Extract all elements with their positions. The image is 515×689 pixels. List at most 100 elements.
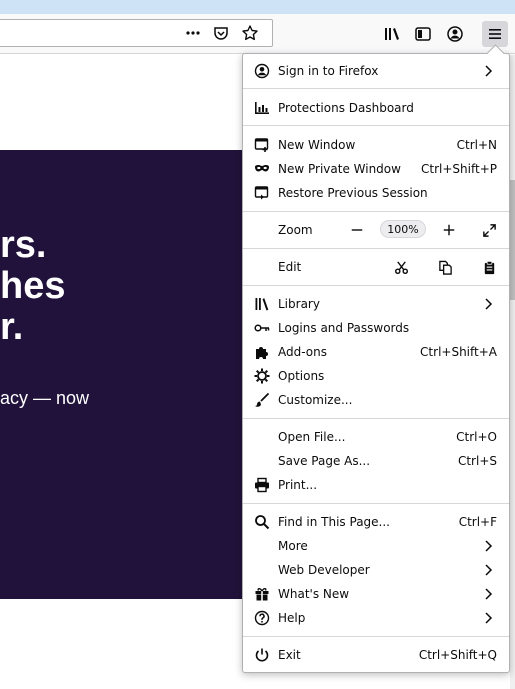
zoom-out-button[interactable] bbox=[347, 220, 367, 240]
menu-item-label: Open File... bbox=[278, 430, 346, 444]
zoom-reset-button[interactable]: 100% bbox=[380, 220, 426, 238]
menu-item-open-file[interactable]: Open File... Ctrl+O bbox=[243, 426, 509, 448]
sidebar-icon[interactable] bbox=[412, 23, 434, 45]
menu-item-label: Web Developer bbox=[278, 563, 370, 577]
chevron-right-icon bbox=[485, 564, 493, 576]
scissors-icon bbox=[394, 260, 408, 274]
menu-item-more[interactable]: More bbox=[243, 535, 509, 557]
minus-icon bbox=[351, 229, 363, 231]
library-icon bbox=[254, 296, 270, 312]
private-mask-icon bbox=[254, 161, 270, 177]
chevron-right-icon bbox=[485, 612, 493, 624]
account-icon[interactable] bbox=[444, 23, 466, 45]
menu-item-edit: Edit bbox=[243, 256, 509, 278]
page-scrollbar[interactable] bbox=[510, 55, 515, 689]
restore-session-icon bbox=[254, 185, 270, 201]
search-icon bbox=[254, 514, 270, 530]
library-icon[interactable] bbox=[381, 23, 403, 45]
menu-item-add-ons[interactable]: Add-ons Ctrl+Shift+A bbox=[243, 341, 509, 363]
menu-separator bbox=[243, 503, 509, 504]
menu-separator bbox=[243, 248, 509, 249]
menu-item-label: Customize... bbox=[278, 393, 353, 407]
menu-item-print[interactable]: Print... bbox=[243, 474, 509, 496]
menu-item-label: Protections Dashboard bbox=[278, 101, 414, 115]
menu-item-label: Edit bbox=[278, 260, 302, 274]
app-menu-panel: Sign in to Firefox Protections Dashboard… bbox=[242, 53, 510, 673]
menu-separator bbox=[243, 636, 509, 637]
clipboard-icon bbox=[484, 260, 494, 274]
new-window-icon bbox=[254, 137, 270, 153]
protections-dashboard-icon bbox=[254, 100, 270, 116]
menu-item-help[interactable]: Help bbox=[243, 607, 509, 629]
menu-separator bbox=[243, 211, 509, 212]
shortcut-label: Ctrl+Shift+Q bbox=[418, 648, 497, 662]
menu-item-save-page[interactable]: Save Page As... Ctrl+S bbox=[243, 450, 509, 472]
menu-item-restore-session[interactable]: Restore Previous Session bbox=[243, 182, 509, 204]
copy-icon bbox=[438, 260, 452, 275]
menu-item-label: Restore Previous Session bbox=[278, 186, 428, 200]
url-bar[interactable] bbox=[0, 19, 273, 47]
window-titlebar-strip bbox=[0, 0, 515, 14]
menu-item-customize[interactable]: Customize... bbox=[243, 389, 509, 411]
shortcut-label: Ctrl+O bbox=[456, 430, 497, 444]
hero-headline-line-3: r. bbox=[0, 306, 24, 348]
shortcut-label: Ctrl+S bbox=[457, 454, 497, 468]
gift-icon bbox=[254, 586, 270, 602]
menu-item-logins-passwords[interactable]: Logins and Passwords bbox=[243, 317, 509, 339]
pocket-icon[interactable] bbox=[210, 22, 232, 44]
printer-icon bbox=[254, 477, 270, 493]
menu-item-label: Sign in to Firefox bbox=[278, 64, 379, 78]
hero-subtext: acy — now bbox=[0, 388, 90, 408]
hero-headline-line-2: hes bbox=[0, 265, 66, 307]
shortcut-label: Ctrl+Shift+A bbox=[420, 345, 497, 359]
menu-item-find-in-page[interactable]: Find in This Page... Ctrl+F bbox=[243, 511, 509, 533]
gear-icon bbox=[254, 368, 270, 384]
puzzle-piece-icon bbox=[254, 344, 270, 360]
menu-item-exit[interactable]: Exit Ctrl+Shift+Q bbox=[243, 644, 509, 666]
menu-item-label: New Window bbox=[278, 138, 356, 152]
shortcut-label: Ctrl+N bbox=[456, 138, 497, 152]
more-icon[interactable] bbox=[182, 22, 204, 44]
menu-item-options[interactable]: Options bbox=[243, 365, 509, 387]
menu-item-label: Help bbox=[278, 611, 306, 625]
menu-item-label: More bbox=[278, 539, 308, 553]
menu-separator bbox=[243, 285, 509, 286]
chevron-right-icon bbox=[485, 588, 493, 600]
cut-button[interactable] bbox=[391, 257, 411, 277]
menu-item-label: Save Page As... bbox=[278, 454, 371, 468]
chevron-right-icon bbox=[485, 298, 493, 310]
menu-item-label: Exit bbox=[278, 648, 301, 662]
menu-item-label: New Private Window bbox=[278, 162, 401, 176]
menu-item-sign-in[interactable]: Sign in to Firefox bbox=[243, 60, 509, 82]
menu-separator bbox=[243, 88, 509, 89]
menu-item-protections-dashboard[interactable]: Protections Dashboard bbox=[243, 97, 509, 119]
copy-button[interactable] bbox=[435, 257, 455, 277]
menu-item-whats-new[interactable]: What's New bbox=[243, 583, 509, 605]
paintbrush-icon bbox=[254, 392, 270, 408]
menu-separator bbox=[243, 418, 509, 419]
shortcut-label: Ctrl+Shift+P bbox=[421, 162, 497, 176]
bookmark-star-icon[interactable] bbox=[239, 22, 261, 44]
menu-item-label: Logins and Passwords bbox=[278, 321, 410, 335]
shortcut-label: Ctrl+F bbox=[458, 515, 497, 529]
menu-item-label: What's New bbox=[278, 587, 350, 601]
menu-item-label: Library bbox=[278, 297, 320, 311]
help-icon bbox=[254, 610, 270, 626]
page-scrollbar-thumb[interactable] bbox=[510, 180, 515, 300]
menu-item-library[interactable]: Library bbox=[243, 293, 509, 315]
chevron-right-icon bbox=[485, 540, 493, 552]
power-icon bbox=[254, 647, 270, 663]
menu-item-label: Print... bbox=[278, 478, 318, 492]
paste-button[interactable] bbox=[479, 257, 499, 277]
menu-item-web-developer[interactable]: Web Developer bbox=[243, 559, 509, 581]
menu-item-new-window[interactable]: New Window Ctrl+N bbox=[243, 134, 509, 156]
navigation-toolbar bbox=[0, 14, 515, 54]
key-icon bbox=[254, 320, 270, 336]
zoom-in-button[interactable] bbox=[439, 220, 459, 240]
menu-item-label: Options bbox=[278, 369, 325, 383]
menu-item-new-private-window[interactable]: New Private Window Ctrl+Shift+P bbox=[243, 158, 509, 180]
menu-item-label: Zoom bbox=[278, 223, 313, 237]
menu-item-label: Find in This Page... bbox=[278, 515, 390, 529]
fullscreen-button[interactable] bbox=[479, 220, 499, 240]
plus-icon bbox=[443, 224, 455, 236]
